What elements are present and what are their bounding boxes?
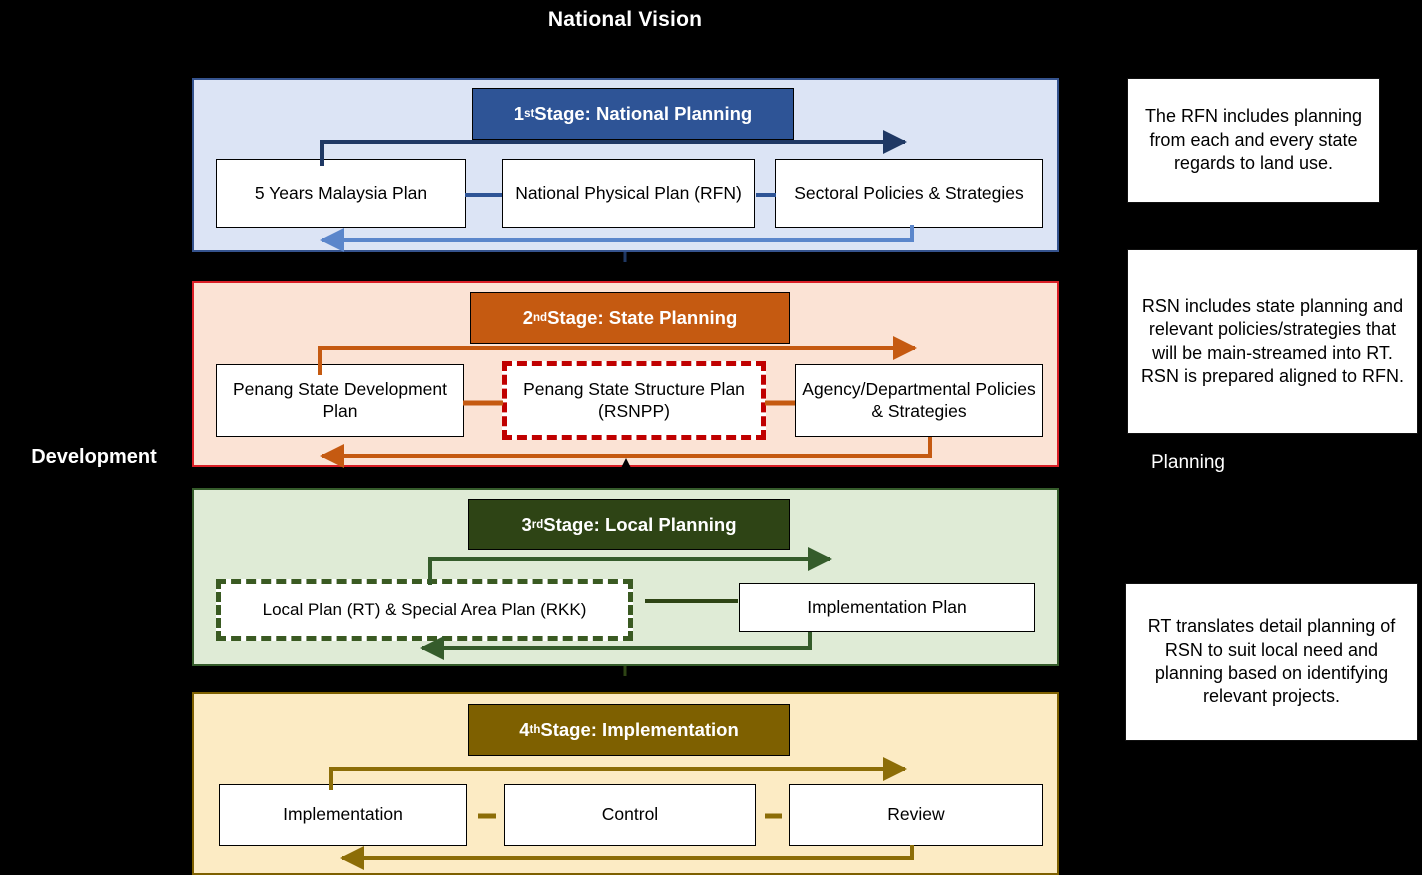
stage-ordinal: 3 [521, 513, 532, 535]
stage-ordinal: 4 [519, 719, 530, 740]
node-control[interactable]: Control [504, 784, 756, 846]
note-rt: RT translates detail planning of RSN to … [1125, 583, 1418, 741]
node-label: Penang State Structure Plan (RSNPP) [523, 379, 745, 421]
stage-title-text: Stage: National Planning [534, 103, 753, 124]
node-agency-departmental-policies[interactable]: Agency/Departmental Policies & Strategie… [795, 364, 1043, 437]
stage-title-text: Stage: Implementation [540, 719, 739, 740]
stage-panel-state-planning[interactable]: 2nd Stage: State Planning Penang State D… [192, 281, 1059, 467]
stage-header-state-planning: 2nd Stage: State Planning [470, 292, 790, 344]
stage-title-text: Stage: Local Planning [543, 513, 737, 535]
planning-axis-label: Planning [1151, 452, 1225, 473]
node-label: Sectoral Policies & Strategies [794, 182, 1024, 203]
node-penang-state-structure-plan[interactable]: Penang State Structure Plan (RSNPP) [502, 361, 766, 440]
development-axis-label: Development [31, 446, 157, 468]
node-label: Control [601, 804, 659, 825]
stage-panel-implementation[interactable]: 4th Stage: Implementation Implementation… [192, 692, 1059, 875]
node-label: National Physical Plan (RFN) [515, 182, 742, 203]
note-text: RT translates detail planning of RSN to … [1147, 616, 1396, 707]
node-label: Agency/Departmental Policies & Strategie… [802, 379, 1036, 421]
note-text: RSN includes state planning and relevant… [1140, 295, 1405, 386]
stage-panel-national-planning[interactable]: 1st Stage: National Planning 5 Years Mal… [192, 78, 1059, 252]
node-label: 5 Years Malaysia Plan [254, 182, 428, 203]
node-label: Penang State Development Plan [232, 379, 448, 421]
node-label: Implementation Plan [807, 596, 967, 617]
stage-header-national-planning: 1st Stage: National Planning [472, 88, 794, 140]
node-review[interactable]: Review [789, 784, 1043, 846]
node-label: Implementation [283, 804, 403, 825]
node-implementation[interactable]: Implementation [219, 784, 467, 846]
node-label: Review [887, 804, 945, 825]
note-text: The RFN includes planning from each and … [1144, 106, 1363, 174]
stage-header-implementation: 4th Stage: Implementation [468, 704, 790, 756]
stage-header-local-planning: 3rd Stage: Local Planning [468, 499, 790, 550]
node-implementation-plan[interactable]: Implementation Plan [739, 583, 1035, 632]
note-rfn: The RFN includes planning from each and … [1127, 78, 1380, 203]
stage-ordinal: 1 [513, 103, 525, 124]
node-5-years-malaysia-plan[interactable]: 5 Years Malaysia Plan [216, 159, 466, 228]
stage-panel-local-planning[interactable]: 3rd Stage: Local Planning Local Plan (RT… [192, 488, 1059, 666]
page-title: National Vision [547, 8, 703, 31]
node-penang-state-development-plan[interactable]: Penang State Development Plan [216, 364, 464, 437]
stage-title-text: Stage: State Planning [547, 307, 738, 328]
node-label: Local Plan (RT) & Special Area Plan (RKK… [262, 599, 587, 619]
node-local-plan-rt-rkk[interactable]: Local Plan (RT) & Special Area Plan (RKK… [216, 579, 633, 641]
stage-ordinal: 2 [522, 307, 534, 328]
node-sectoral-policies-strategies[interactable]: Sectoral Policies & Strategies [775, 159, 1043, 228]
node-national-physical-plan[interactable]: National Physical Plan (RFN) [502, 159, 755, 228]
note-rsn: RSN includes state planning and relevant… [1127, 249, 1418, 434]
